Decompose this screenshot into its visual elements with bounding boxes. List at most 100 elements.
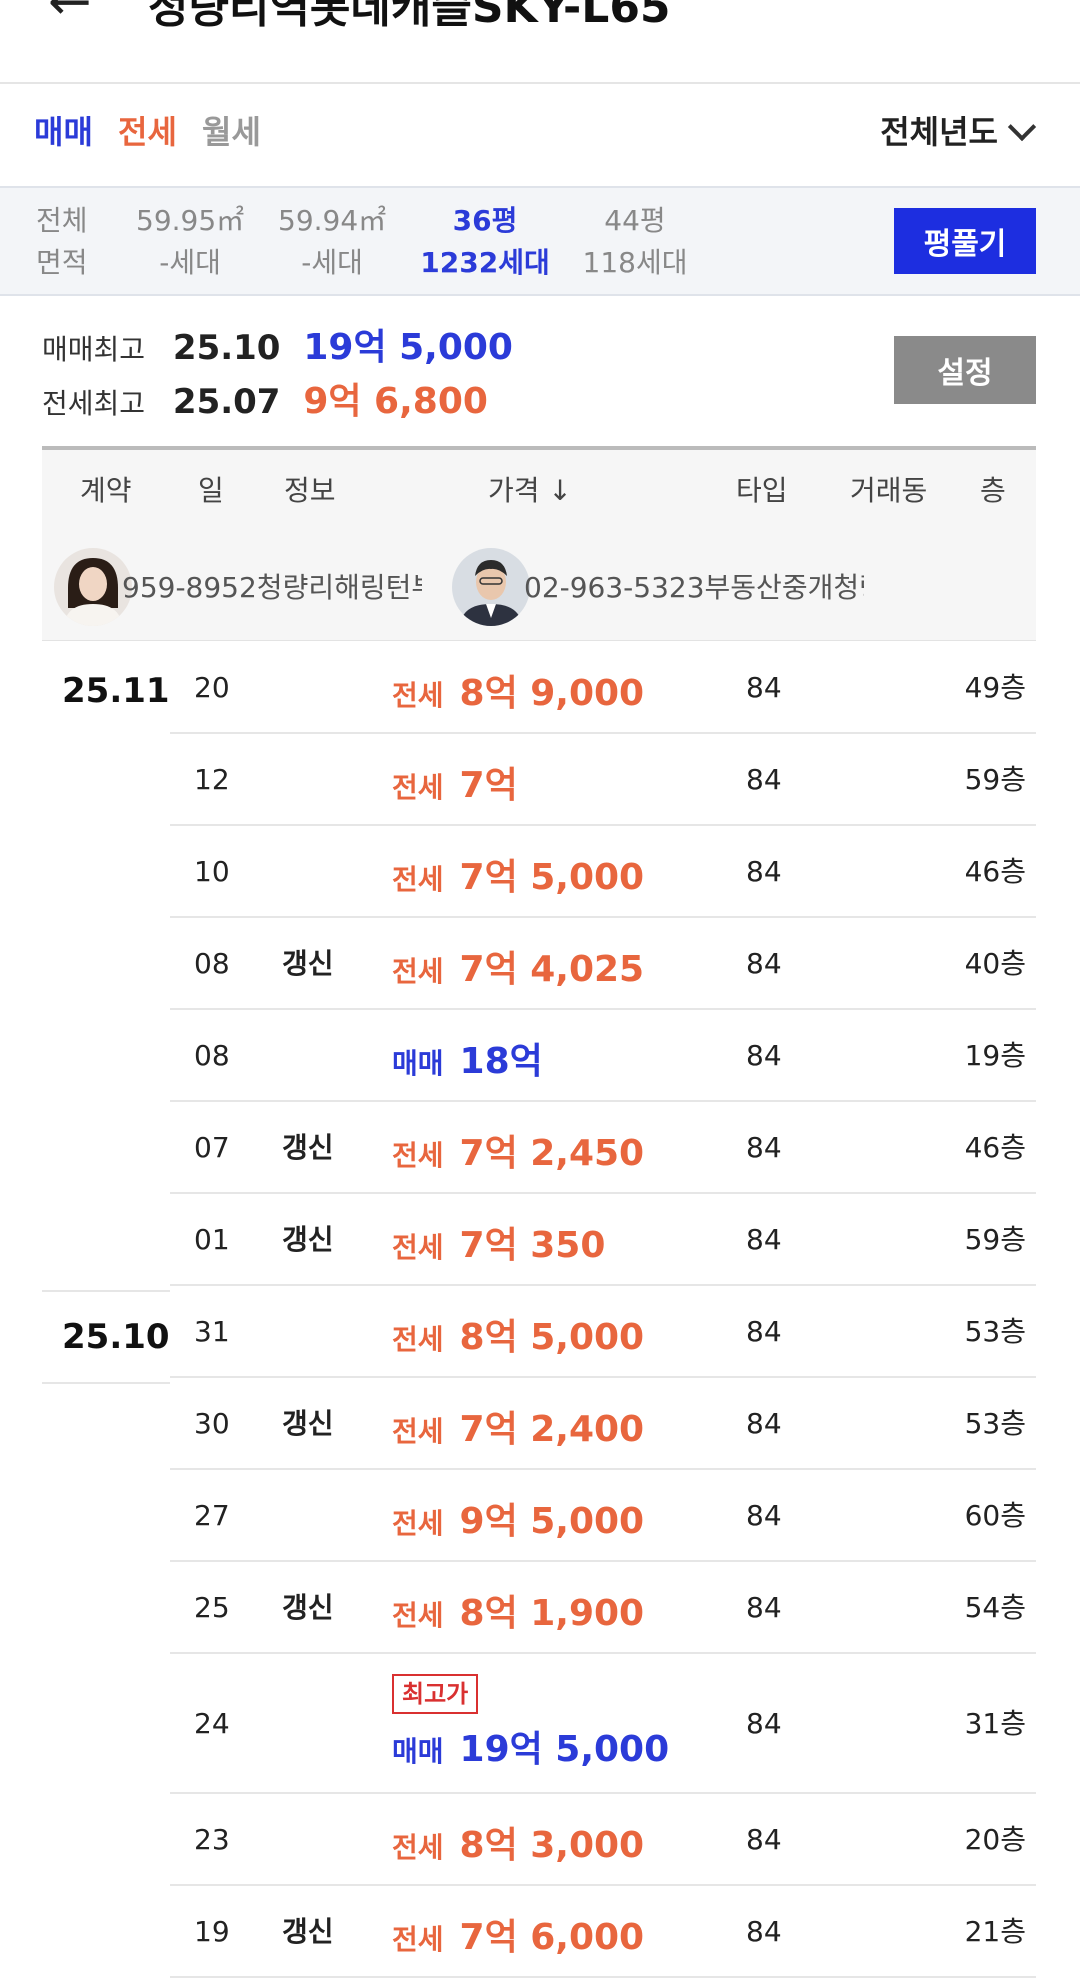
row-info: 갱신 <box>282 1223 334 1256</box>
area-option-44pyeong[interactable]: 44평 118세대 <box>580 200 690 284</box>
row-price-block: 전세 7억 350 <box>392 1216 605 1268</box>
transaction-row[interactable]: 08 갱신 전세 7억 4,025 84 40층 <box>0 918 1080 1010</box>
area-option-sublabel: 1232세대 <box>420 246 550 279</box>
row-day: 08 <box>194 947 230 980</box>
row-type: 84 <box>746 1039 782 1072</box>
row-price: 9억 5,000 <box>459 1501 645 1542</box>
row-type: 84 <box>746 1707 782 1740</box>
agent-avatar[interactable] <box>54 548 132 626</box>
area-option-label: 44평 <box>604 204 666 237</box>
transaction-row[interactable]: 01 갱신 전세 7억 350 84 59층 <box>0 1194 1080 1286</box>
tab-jeonse[interactable]: 전세 <box>118 110 177 154</box>
row-price: 8억 9,000 <box>459 673 645 714</box>
row-price-block: 전세 8억 1,900 <box>392 1584 644 1636</box>
agent-contact[interactable]: 959-8952청량리해링턴부동... <box>122 568 422 608</box>
transaction-row[interactable]: 31 전세 8억 5,000 84 53층 <box>0 1286 1080 1378</box>
header-info: 정보 <box>284 474 336 507</box>
row-floor: 59층 <box>964 1223 1026 1256</box>
row-price-block: 최고가 매매 19억 5,000 <box>392 1674 669 1772</box>
area-option-label: 59.94㎡ <box>278 204 387 237</box>
row-price: 7억 <box>459 765 518 806</box>
settings-button[interactable]: 설정 <box>894 336 1036 404</box>
row-type: 84 <box>746 855 782 888</box>
row-price: 8억 1,900 <box>459 1593 645 1634</box>
top-bar: ← 청량리역롯데캐슬SKY-L65 <box>0 0 1080 84</box>
year-filter-dropdown[interactable]: 전체년도 <box>880 110 1037 154</box>
row-deal-kind: 전세 <box>392 955 444 988</box>
transaction-row[interactable]: 20 전세 8억 9,000 84 49층 <box>0 642 1080 734</box>
row-deal-kind: 전세 <box>392 679 444 712</box>
transaction-row[interactable]: 19 갱신 전세 7억 6,000 84 21층 <box>0 1886 1080 1978</box>
row-price-block: 전세 7억 5,000 <box>392 848 644 900</box>
row-day: 20 <box>194 671 230 704</box>
area-option-59-94[interactable]: 59.94㎡ -세대 <box>278 200 386 284</box>
row-floor: 40층 <box>964 947 1026 980</box>
row-day: 27 <box>194 1499 230 1532</box>
jeonse-high-label: 전세최고 <box>42 387 146 420</box>
sale-high-price: 19억 5,000 <box>303 327 513 368</box>
row-info: 갱신 <box>282 1591 334 1624</box>
header-price-sort[interactable]: 가격 ↓ <box>488 472 572 510</box>
row-info: 갱신 <box>282 947 334 980</box>
row-type: 84 <box>746 1823 782 1856</box>
row-day: 24 <box>194 1707 230 1740</box>
area-option-label: 전체 <box>36 204 88 237</box>
area-option-all[interactable]: 전체 면적 <box>36 200 88 284</box>
row-price-block: 전세 7억 6,000 <box>392 1908 644 1960</box>
row-type: 84 <box>746 1223 782 1256</box>
highest-price-badge: 최고가 <box>392 1674 479 1714</box>
row-floor: 60층 <box>964 1499 1026 1532</box>
transaction-row[interactable]: 30 갱신 전세 7억 2,400 84 53층 <box>0 1378 1080 1470</box>
row-floor: 49층 <box>964 671 1026 704</box>
row-day: 10 <box>194 855 230 888</box>
header-contract: 계약 <box>80 474 132 507</box>
row-deal-kind: 전세 <box>392 1507 444 1540</box>
row-floor: 46층 <box>964 1131 1026 1164</box>
table-header: 계약 일 정보 가격 ↓ 타입 거래동 층 <box>42 446 1036 540</box>
row-day: 19 <box>194 1915 230 1948</box>
row-day: 31 <box>194 1315 230 1348</box>
transaction-row[interactable]: 08 매매 18억 84 19층 <box>0 1010 1080 1102</box>
sale-high-summary: 매매최고 25.10 19억 5,000 <box>42 318 513 370</box>
agent-avatar[interactable] <box>452 548 530 626</box>
transaction-row[interactable]: 12 전세 7억 84 59층 <box>0 734 1080 826</box>
row-price-block: 전세 7억 4,025 <box>392 940 644 992</box>
row-price-block: 전세 8억 5,000 <box>392 1308 644 1360</box>
row-deal-kind: 전세 <box>392 863 444 896</box>
area-option-sublabel: 면적 <box>36 246 88 279</box>
row-type: 84 <box>746 947 782 980</box>
transaction-row[interactable]: 27 전세 9억 5,000 84 60층 <box>0 1470 1080 1562</box>
row-floor: 21층 <box>964 1915 1026 1948</box>
row-floor: 19층 <box>964 1039 1026 1072</box>
area-option-label: 36평 <box>452 204 518 237</box>
transaction-row[interactable]: 24 최고가 매매 19억 5,000 84 31층 <box>0 1654 1080 1794</box>
transaction-row[interactable]: 10 전세 7억 5,000 84 46층 <box>0 826 1080 918</box>
transaction-row[interactable]: 23 전세 8억 3,000 84 20층 <box>0 1794 1080 1886</box>
area-option-36pyeong[interactable]: 36평 1232세대 <box>420 200 550 284</box>
jeonse-high-price: 9억 6,800 <box>303 381 488 422</box>
area-option-59-95[interactable]: 59.95㎡ -세대 <box>136 200 244 284</box>
header-type: 타입 <box>736 474 788 507</box>
agent-strip: 959-8952청량리해링턴부동... 02-963-5323부동산중개청량 <box>42 536 1036 641</box>
row-day: 07 <box>194 1131 230 1164</box>
row-day: 30 <box>194 1407 230 1440</box>
row-floor: 20층 <box>964 1823 1026 1856</box>
expand-pyeong-button[interactable]: 평풀기 <box>894 208 1036 274</box>
row-deal-kind: 전세 <box>392 1139 444 1172</box>
transaction-row[interactable]: 07 갱신 전세 7억 2,450 84 46층 <box>0 1102 1080 1194</box>
row-type: 84 <box>746 671 782 704</box>
sale-high-label: 매매최고 <box>42 333 146 366</box>
row-floor: 59층 <box>964 763 1026 796</box>
row-day: 25 <box>194 1591 230 1624</box>
row-deal-kind: 전세 <box>392 1599 444 1632</box>
chevron-down-icon <box>1007 112 1037 142</box>
back-arrow-icon[interactable]: ← <box>48 0 92 32</box>
row-deal-kind: 전세 <box>392 1831 444 1864</box>
header-floor: 층 <box>980 474 1006 507</box>
agent-contact[interactable]: 02-963-5323부동산중개청량 <box>524 568 864 608</box>
area-option-sublabel: -세대 <box>301 246 363 279</box>
row-day: 01 <box>194 1223 230 1256</box>
transaction-row[interactable]: 25 갱신 전세 8억 1,900 84 54층 <box>0 1562 1080 1654</box>
tab-sale[interactable]: 매매 <box>34 110 93 154</box>
tab-wolse[interactable]: 월세 <box>202 110 261 154</box>
